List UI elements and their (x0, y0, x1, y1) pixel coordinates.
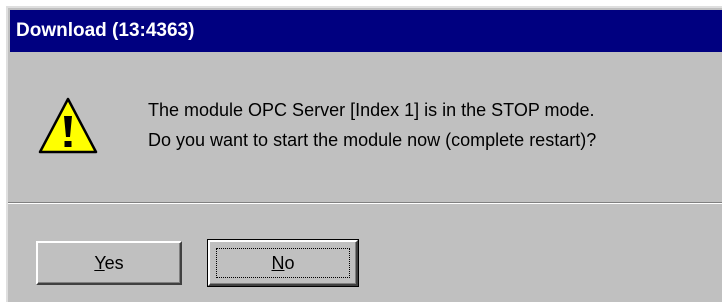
separator (8, 202, 722, 204)
dialog-window: Download (13:4363) The module OPC Server… (6, 6, 722, 302)
yes-button[interactable]: Yes (36, 241, 182, 285)
message-line-1: The module OPC Server [Index 1] is in th… (148, 100, 595, 120)
message-line-2: Do you want to start the module now (com… (148, 130, 597, 150)
dialog-title[interactable]: Download (13:4363) (10, 10, 722, 52)
warning-icon (38, 97, 98, 154)
no-button-label: No (271, 253, 295, 273)
no-button[interactable]: No (207, 239, 359, 287)
yes-button-label: Yes (94, 253, 124, 273)
dialog-message: The module OPC Server [Index 1] is in th… (148, 95, 596, 155)
